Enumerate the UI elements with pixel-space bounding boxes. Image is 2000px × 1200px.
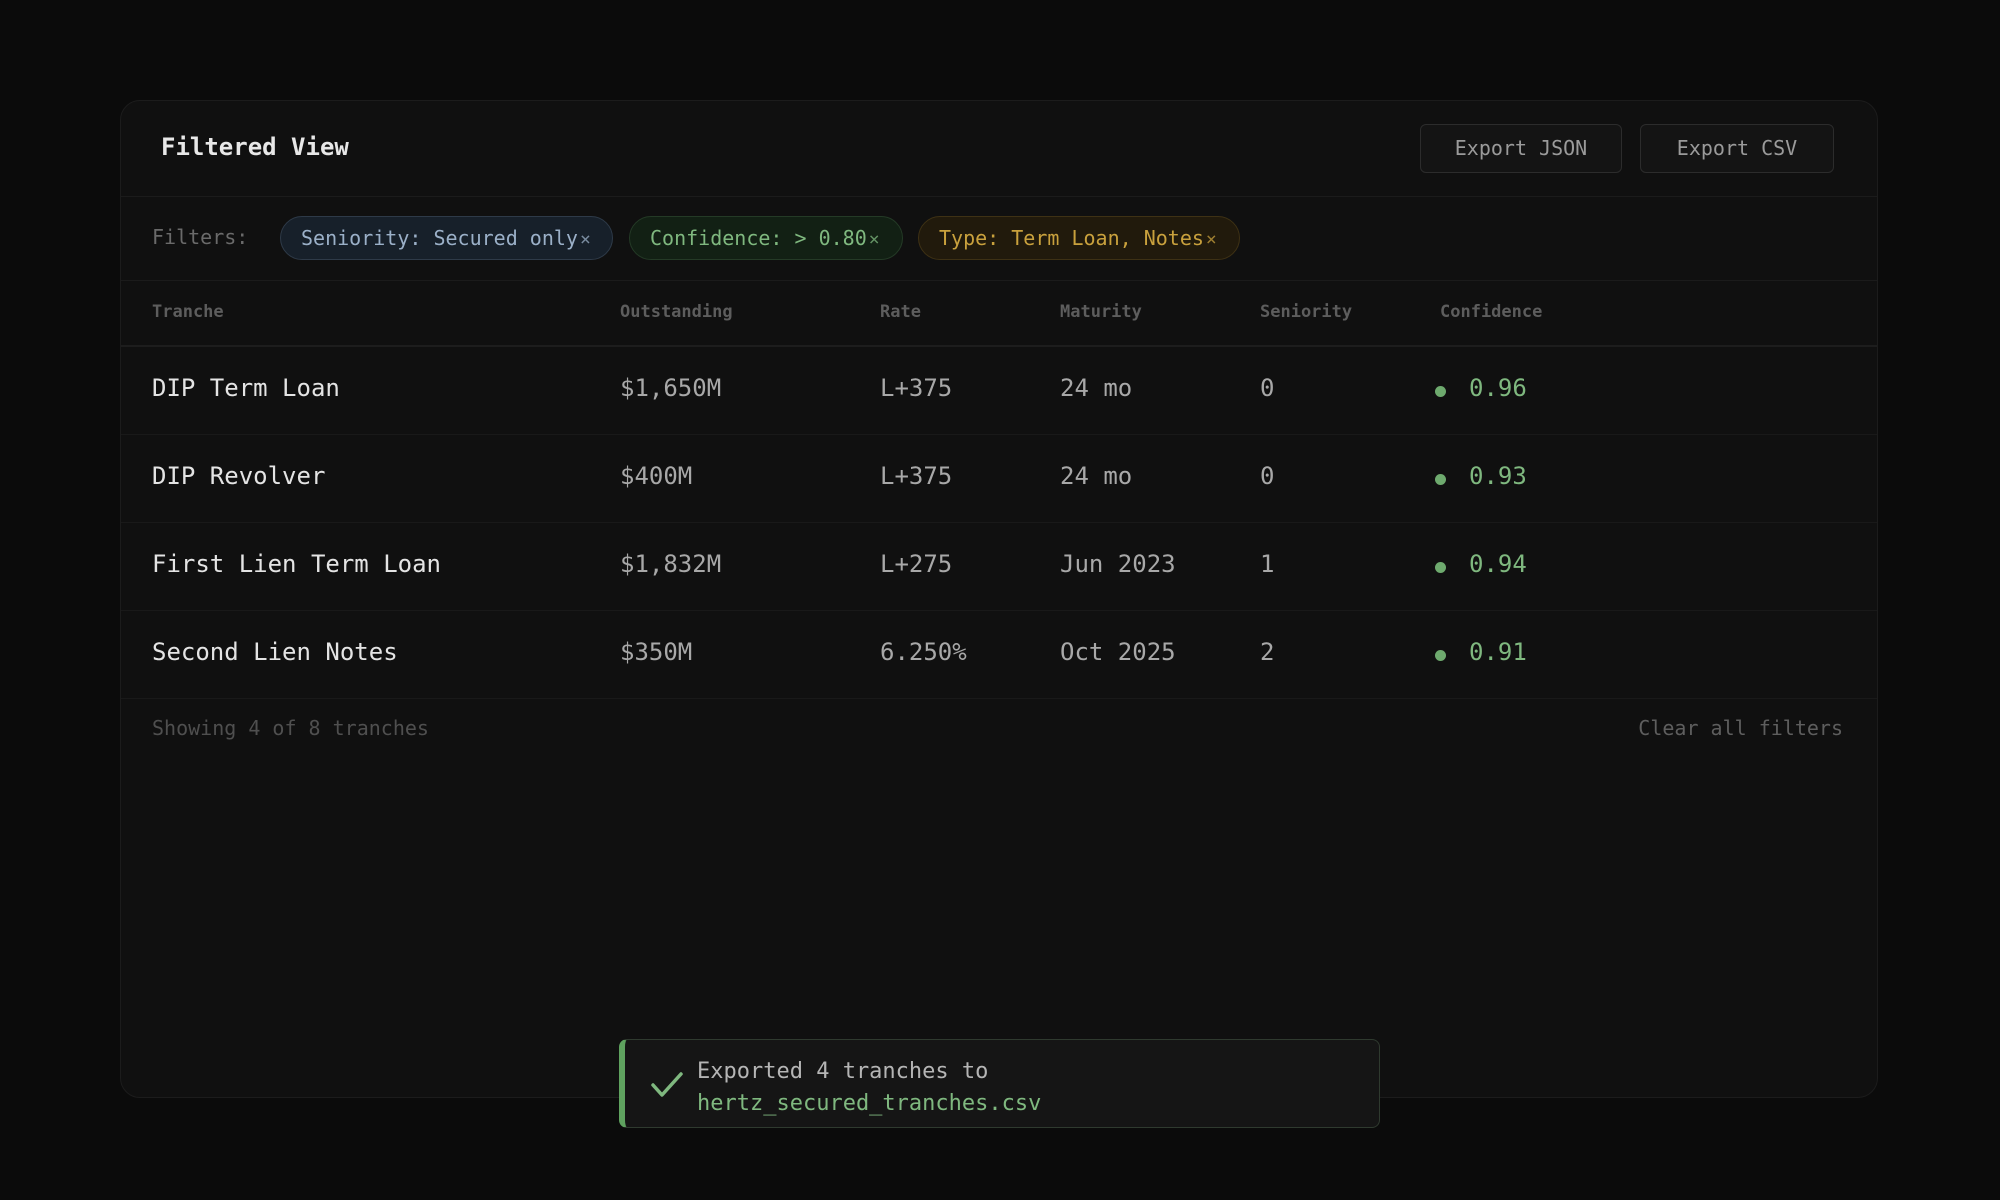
filter-chip-type[interactable]: Type: Term Loan, Notes × — [918, 216, 1240, 260]
column-header-rate[interactable]: Rate — [880, 302, 921, 322]
seniority-value: 1 — [1260, 550, 1275, 578]
confidence-dot-icon — [1435, 474, 1446, 485]
tranche-name: First Lien Term Loan — [152, 550, 441, 578]
filter-chip-label: Seniority: Secured only — [301, 226, 578, 250]
remove-filter-icon[interactable]: × — [869, 229, 880, 250]
maturity-value: 24 mo — [1060, 374, 1133, 402]
export-csv-button[interactable]: Export CSV — [1640, 124, 1834, 173]
seniority-value: 0 — [1260, 374, 1275, 402]
outstanding-value: $350M — [620, 638, 693, 666]
filtered-view-panel: Filtered View Export JSON Export CSV Fil… — [120, 100, 1878, 1098]
tranche-name: DIP Revolver — [152, 462, 326, 490]
rate-value: L+275 — [880, 550, 953, 578]
table-row[interactable]: Second Lien Notes $350M 6.250% Oct 2025 … — [121, 611, 1877, 699]
rate-value: L+375 — [880, 374, 953, 402]
filters-label: Filters: — [152, 225, 249, 249]
confidence-value: 0.96 — [1469, 374, 1527, 402]
confidence-dot-icon — [1435, 650, 1446, 661]
row-count-status: Showing 4 of 8 tranches — [152, 716, 429, 740]
tranche-name: DIP Term Loan — [152, 374, 340, 402]
check-icon — [651, 1072, 683, 1097]
maturity-value: Jun 2023 — [1060, 550, 1176, 578]
table-row[interactable]: DIP Term Loan $1,650M L+375 24 mo 0 0.96 — [121, 347, 1877, 435]
toast-filename: hertz_secured_tranches.csv — [697, 1091, 1042, 1116]
toast-message: Exported 4 tranches to — [697, 1059, 989, 1084]
column-header-tranche[interactable]: Tranche — [152, 302, 224, 322]
outstanding-value: $1,832M — [620, 550, 722, 578]
rate-value: L+375 — [880, 462, 953, 490]
table-header: Tranche Outstanding Rate Maturity Senior… — [121, 281, 1877, 347]
confidence-dot-icon — [1435, 386, 1446, 397]
column-header-confidence[interactable]: Confidence — [1440, 302, 1542, 322]
outstanding-value: $400M — [620, 462, 693, 490]
seniority-value: 2 — [1260, 638, 1275, 666]
maturity-value: 24 mo — [1060, 462, 1133, 490]
filter-chip-label: Confidence: > 0.80 — [650, 226, 867, 250]
tranche-name: Second Lien Notes — [152, 638, 398, 666]
column-header-maturity[interactable]: Maturity — [1060, 302, 1142, 322]
export-toast: Exported 4 tranches to hertz_secured_tra… — [619, 1039, 1380, 1128]
clear-all-filters-link[interactable]: Clear all filters — [1638, 716, 1843, 740]
confidence-value: 0.93 — [1469, 462, 1527, 490]
column-header-seniority[interactable]: Seniority — [1260, 302, 1352, 322]
seniority-value: 0 — [1260, 462, 1275, 490]
remove-filter-icon[interactable]: × — [1206, 229, 1217, 250]
table-row[interactable]: First Lien Term Loan $1,832M L+275 Jun 2… — [121, 523, 1877, 611]
filter-chip-label: Type: Term Loan, Notes — [939, 226, 1204, 250]
column-header-outstanding[interactable]: Outstanding — [620, 302, 733, 322]
outstanding-value: $1,650M — [620, 374, 722, 402]
rate-value: 6.250% — [880, 638, 967, 666]
remove-filter-icon[interactable]: × — [580, 229, 591, 250]
filter-chip-confidence[interactable]: Confidence: > 0.80 × — [629, 216, 903, 260]
export-json-button[interactable]: Export JSON — [1420, 124, 1622, 173]
filter-chip-seniority[interactable]: Seniority: Secured only × — [280, 216, 613, 260]
maturity-value: Oct 2025 — [1060, 638, 1176, 666]
panel-header: Filtered View Export JSON Export CSV — [121, 101, 1877, 197]
confidence-dot-icon — [1435, 562, 1446, 573]
page-title: Filtered View — [161, 133, 349, 161]
filter-bar: Filters: Seniority: Secured only × Confid… — [121, 196, 1877, 281]
table-row[interactable]: DIP Revolver $400M L+375 24 mo 0 0.93 — [121, 435, 1877, 523]
confidence-value: 0.91 — [1469, 638, 1527, 666]
toast-message-block: Exported 4 tranches to hertz_secured_tra… — [697, 1056, 1041, 1120]
confidence-value: 0.94 — [1469, 550, 1527, 578]
